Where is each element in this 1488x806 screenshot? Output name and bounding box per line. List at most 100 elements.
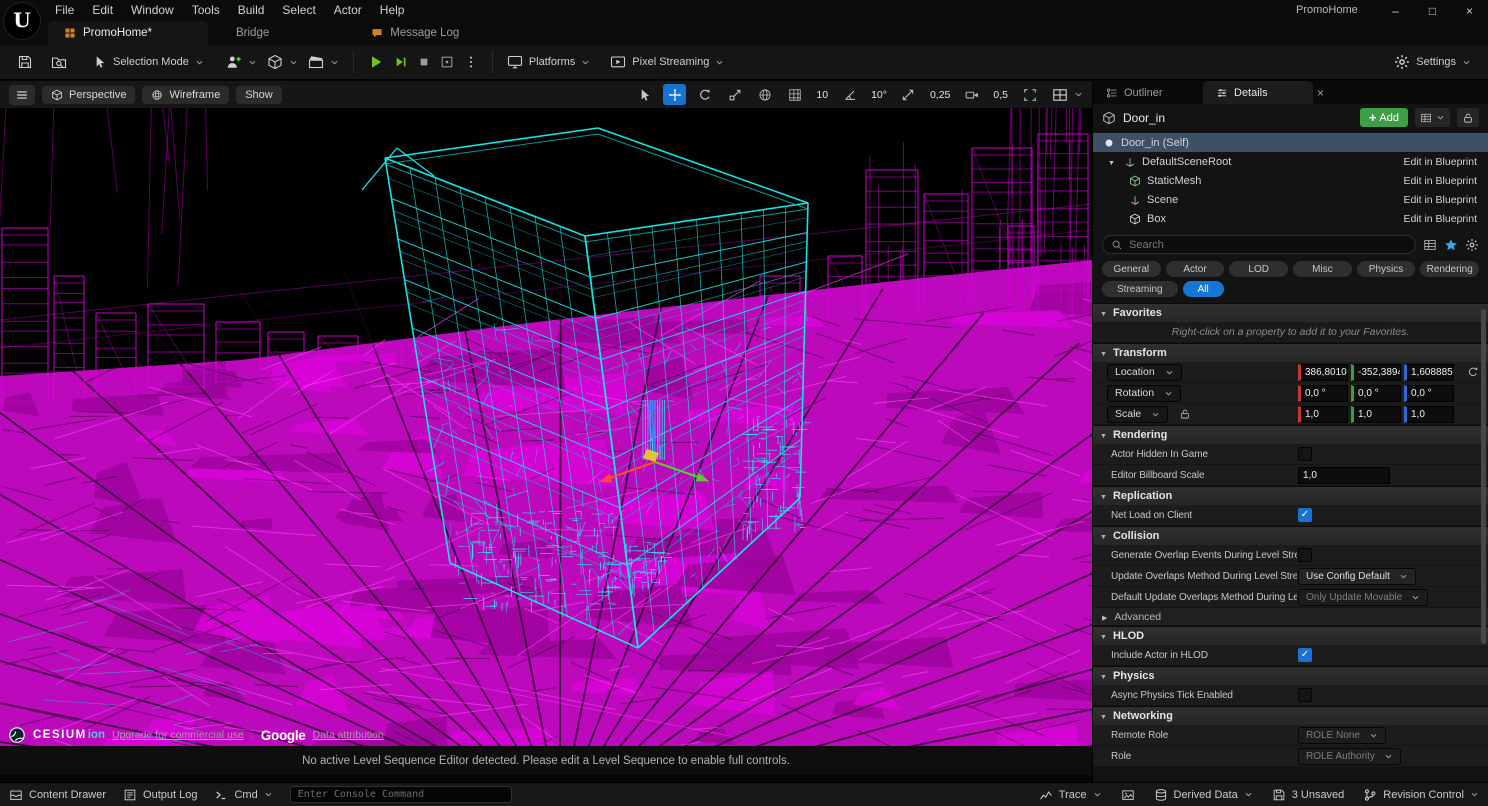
selection-mode-dropdown[interactable]: Selection Mode bbox=[88, 50, 209, 74]
data-attribution-link[interactable]: Data attribution bbox=[313, 729, 384, 741]
save-button[interactable] bbox=[12, 49, 38, 75]
details-scrollbar[interactable] bbox=[1481, 309, 1486, 644]
play-button[interactable] bbox=[363, 49, 389, 75]
show-dropdown[interactable]: Show bbox=[236, 86, 282, 104]
rotation-y-field[interactable]: 0,0 ° bbox=[1351, 385, 1401, 402]
minimize-button[interactable]: – bbox=[1377, 0, 1414, 21]
revision-control-dropdown[interactable]: Revision Control bbox=[1363, 788, 1479, 802]
filter-misc[interactable]: Misc bbox=[1293, 261, 1352, 277]
move-tool-button[interactable] bbox=[663, 84, 686, 105]
tree-row-self[interactable]: Door_in (Self) bbox=[1093, 133, 1488, 152]
location-y-field[interactable]: -352,3894 bbox=[1351, 364, 1401, 381]
console-input[interactable] bbox=[290, 786, 512, 803]
menu-tools[interactable]: Tools bbox=[183, 0, 229, 21]
maximize-viewport-button[interactable] bbox=[1018, 84, 1041, 105]
scale-x-field[interactable]: 1,0 bbox=[1298, 406, 1348, 423]
edit-in-blueprint-link[interactable]: Edit in Blueprint bbox=[1403, 175, 1477, 187]
filter-general[interactable]: General bbox=[1102, 261, 1161, 277]
favorites-star-icon[interactable] bbox=[1444, 238, 1458, 252]
tab-outliner[interactable]: Outliner bbox=[1093, 81, 1203, 104]
content-drawer-button[interactable]: Content Drawer bbox=[9, 788, 106, 802]
quick-add-button[interactable] bbox=[221, 49, 262, 75]
stop-button[interactable] bbox=[413, 51, 435, 73]
tab-details[interactable]: Details bbox=[1203, 81, 1313, 104]
scale-snap-value[interactable]: 0,25 bbox=[927, 89, 953, 101]
edit-in-blueprint-link[interactable]: Edit in Blueprint bbox=[1403, 156, 1477, 168]
menu-select[interactable]: Select bbox=[273, 0, 324, 21]
camera-speed-value[interactable]: 0,5 bbox=[990, 89, 1011, 101]
edit-in-blueprint-link[interactable]: Edit in Blueprint bbox=[1403, 213, 1477, 225]
tab-bridge[interactable]: Bridge bbox=[220, 21, 285, 45]
scale-dropdown[interactable]: Scale bbox=[1107, 406, 1168, 423]
play-options-button[interactable] bbox=[459, 50, 483, 74]
section-replication[interactable]: Replication bbox=[1093, 486, 1488, 505]
viewport-options-button[interactable] bbox=[9, 85, 35, 105]
menu-window[interactable]: Window bbox=[122, 0, 183, 21]
section-transform[interactable]: Transform bbox=[1093, 343, 1488, 362]
viewmode-dropdown[interactable]: Wireframe bbox=[142, 86, 229, 104]
actor-hidden-checkbox[interactable] bbox=[1298, 447, 1312, 461]
output-log-button[interactable]: Output Log bbox=[123, 788, 197, 802]
tree-row-scene-root[interactable]: DefaultSceneRoot Edit in Blueprint bbox=[1093, 152, 1488, 171]
filter-lod[interactable]: LOD bbox=[1229, 261, 1288, 277]
menu-edit[interactable]: Edit bbox=[83, 0, 122, 21]
filter-physics[interactable]: Physics bbox=[1357, 261, 1416, 277]
billboard-scale-field[interactable]: 1,0 bbox=[1298, 467, 1390, 484]
cinematics-button[interactable] bbox=[303, 49, 344, 75]
rotate-tool-button[interactable] bbox=[693, 84, 716, 105]
section-physics[interactable]: Physics bbox=[1093, 666, 1488, 685]
rotation-snap-toggle[interactable] bbox=[838, 84, 861, 105]
viewport-canvas[interactable] bbox=[0, 108, 1092, 746]
menu-actor[interactable]: Actor bbox=[325, 0, 371, 21]
screenshot-button[interactable] bbox=[1121, 788, 1135, 802]
rotation-x-field[interactable]: 0,0 ° bbox=[1298, 385, 1348, 402]
location-z-field[interactable]: 1,608885 bbox=[1404, 364, 1454, 381]
update-overlaps-dropdown[interactable]: Use Config Default bbox=[1298, 568, 1416, 585]
tree-row-box[interactable]: Box Edit in Blueprint bbox=[1093, 209, 1488, 228]
perspective-dropdown[interactable]: Perspective bbox=[42, 86, 135, 104]
add-component-button[interactable]: Add bbox=[1360, 108, 1408, 127]
search-field[interactable] bbox=[1102, 235, 1416, 254]
viewport-layout-button[interactable] bbox=[1048, 84, 1071, 105]
panel-close-button[interactable]: × bbox=[1317, 86, 1324, 100]
view-options-button[interactable] bbox=[1415, 108, 1450, 127]
expand-chevron-icon[interactable] bbox=[1108, 156, 1118, 168]
filter-streaming[interactable]: Streaming bbox=[1102, 281, 1178, 297]
scale-y-field[interactable]: 1,0 bbox=[1351, 406, 1401, 423]
tab-message-log[interactable]: Message Log bbox=[355, 21, 475, 45]
browse-content-button[interactable] bbox=[46, 49, 72, 75]
menu-help[interactable]: Help bbox=[371, 0, 414, 21]
blueprints-button[interactable] bbox=[262, 49, 303, 75]
filter-actor[interactable]: Actor bbox=[1166, 261, 1225, 277]
lock-details-button[interactable] bbox=[1457, 108, 1479, 127]
menu-build[interactable]: Build bbox=[229, 0, 274, 21]
net-load-checkbox[interactable] bbox=[1298, 508, 1312, 522]
display-filter-icon[interactable] bbox=[1423, 238, 1437, 252]
world-space-toggle[interactable] bbox=[753, 84, 776, 105]
upgrade-link[interactable]: Upgrade for commercial use bbox=[112, 729, 244, 741]
scale-tool-button[interactable] bbox=[723, 84, 746, 105]
location-x-field[interactable]: 386,80105 bbox=[1298, 364, 1348, 381]
reset-to-default-icon[interactable] bbox=[1467, 366, 1479, 378]
grid-snap-toggle[interactable] bbox=[783, 84, 806, 105]
section-rendering[interactable]: Rendering bbox=[1093, 425, 1488, 444]
filter-rendering[interactable]: Rendering bbox=[1420, 261, 1479, 277]
advanced-expander[interactable]: Advanced bbox=[1093, 608, 1488, 626]
derived-data-dropdown[interactable]: Derived Data bbox=[1154, 788, 1253, 802]
maximize-button[interactable]: □ bbox=[1414, 0, 1451, 21]
settings-gear-icon[interactable] bbox=[1465, 238, 1479, 252]
search-input[interactable] bbox=[1129, 239, 1407, 251]
unsaved-button[interactable]: 3 Unsaved bbox=[1272, 788, 1345, 802]
section-favorites[interactable]: Favorites bbox=[1093, 303, 1488, 322]
camera-speed-button[interactable] bbox=[960, 84, 983, 105]
filter-all[interactable]: All bbox=[1183, 281, 1224, 297]
tab-promohome[interactable]: PromoHome* bbox=[48, 21, 208, 45]
edit-in-blueprint-link[interactable]: Edit in Blueprint bbox=[1403, 194, 1477, 206]
frame-skip-button[interactable] bbox=[389, 50, 413, 74]
scale-lock-icon[interactable] bbox=[1179, 408, 1191, 420]
tree-row-staticmesh[interactable]: StaticMesh Edit in Blueprint bbox=[1093, 171, 1488, 190]
rotation-snap-value[interactable]: 10° bbox=[868, 89, 890, 101]
trace-dropdown[interactable]: Trace bbox=[1039, 788, 1102, 802]
generate-overlap-checkbox[interactable] bbox=[1298, 548, 1312, 562]
menu-file[interactable]: File bbox=[46, 0, 83, 21]
